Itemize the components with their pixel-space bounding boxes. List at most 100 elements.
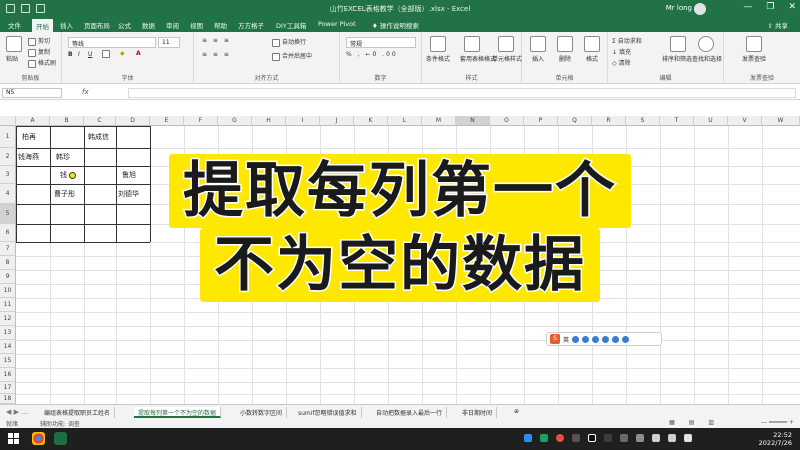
number-format-select[interactable]: 常规 [346, 37, 416, 48]
column-header[interactable]: S [626, 116, 660, 126]
insert-cells-button[interactable]: 插入 [532, 54, 544, 63]
sheet-tab[interactable]: 自动把数据录入最后一行 [372, 407, 448, 418]
number-format-icons[interactable]: % , ←0 .00 [346, 51, 398, 58]
user-name[interactable]: Mr long [666, 4, 692, 12]
cell-styles-button[interactable]: 单元格样式 [492, 54, 522, 63]
sheet-tab[interactable]: 非日期时间 [458, 407, 498, 418]
skin-icon[interactable] [612, 335, 620, 343]
tray-app-icon[interactable] [604, 434, 612, 442]
column-header[interactable]: E [150, 116, 184, 126]
sheet-nav-arrows[interactable]: ◀ ▶ … [6, 408, 28, 416]
cell-styles-icon[interactable] [498, 36, 514, 52]
cell-c1[interactable]: 韩成信 [88, 132, 109, 142]
delete-cells-button[interactable]: 删除 [559, 54, 571, 63]
vertical-align-icons[interactable]: ≡ ≡ ≡ [202, 37, 231, 44]
fill-button[interactable]: ↓ 填充 [612, 47, 631, 56]
ime-toolbar[interactable]: S 英 [546, 332, 662, 346]
accessibility-status[interactable]: 辅助功能: 调查 [40, 419, 80, 428]
tray-app-icon[interactable] [588, 434, 596, 442]
row-header[interactable]: 15 [0, 354, 16, 368]
paste-icon[interactable] [6, 36, 22, 52]
row-header[interactable]: 12 [0, 312, 16, 326]
column-header[interactable]: H [252, 116, 286, 126]
close-button[interactable]: ✕ [788, 2, 796, 12]
font-name-select[interactable]: 等线 [68, 37, 156, 48]
select-all-corner[interactable] [0, 116, 16, 126]
volume-icon[interactable] [668, 434, 676, 442]
tab-home[interactable]: 开始 [32, 19, 53, 32]
cell-a1[interactable]: 柏再 [22, 132, 36, 142]
column-header[interactable]: D [116, 116, 150, 126]
ime-tray-icon[interactable] [684, 434, 692, 442]
row-header[interactable]: 18 [0, 394, 16, 404]
sort-filter-icon[interactable] [670, 36, 686, 52]
italic-button[interactable]: I [78, 51, 80, 58]
punctuation-icon[interactable] [572, 335, 580, 343]
insert-cells-icon[interactable] [530, 36, 546, 52]
chrome-icon[interactable] [32, 432, 45, 445]
copy-button[interactable]: 复制 [28, 47, 50, 57]
column-header[interactable]: Q [558, 116, 592, 126]
column-header[interactable]: J [320, 116, 354, 126]
share-button[interactable]: ⇧ 共享 [767, 20, 788, 30]
emoji-icon[interactable] [592, 335, 600, 343]
fill-color-icon[interactable]: ◆ [120, 50, 125, 57]
tab-data[interactable]: 数据 [142, 20, 155, 30]
avatar[interactable] [694, 3, 706, 15]
invoice-check-button[interactable]: 发票查验 [742, 54, 766, 63]
clock[interactable]: 22:52 2022/7/26 [759, 431, 792, 447]
format-cells-icon[interactable] [584, 36, 600, 52]
row-header[interactable]: 17 [0, 382, 16, 394]
keyboard-icon[interactable] [602, 335, 610, 343]
tray-app-icon[interactable] [540, 434, 548, 442]
tray-app-icon[interactable] [572, 434, 580, 442]
sort-filter-button[interactable]: 排序和筛选 [662, 54, 692, 63]
column-header[interactable]: F [184, 116, 218, 126]
windows-start-icon[interactable] [8, 433, 19, 444]
sheet-tab[interactable]: 小数转数字区间 [236, 407, 288, 418]
sheet-tab[interactable]: 编组表格提取职员工姓名 [40, 407, 116, 418]
column-header[interactable]: W [762, 116, 800, 126]
conditional-format-button[interactable]: 条件格式 [426, 54, 450, 63]
tray-app-icon[interactable] [524, 434, 532, 442]
column-header[interactable]: A [16, 116, 50, 126]
column-header[interactable]: N [456, 116, 490, 126]
column-header[interactable]: R [592, 116, 626, 126]
column-header[interactable]: M [422, 116, 456, 126]
tab-fangfang[interactable]: 方方格子 [238, 20, 264, 30]
add-sheet-button[interactable]: ⊕ [510, 407, 523, 418]
minimize-button[interactable]: — [743, 2, 752, 12]
tab-power-pivot[interactable]: Power Pivot [318, 20, 356, 28]
ime-language[interactable]: 英 [563, 335, 569, 344]
format-painter-button[interactable]: 格式刷 [28, 58, 56, 68]
name-box[interactable]: N5 [2, 88, 62, 98]
find-select-button[interactable]: 查找和选择 [692, 54, 722, 63]
tray-app-icon[interactable] [636, 434, 644, 442]
formula-input[interactable] [128, 88, 796, 98]
wrap-text-button[interactable]: 自动换行 [272, 37, 306, 47]
column-header[interactable]: K [354, 116, 388, 126]
column-header[interactable]: V [728, 116, 762, 126]
network-icon[interactable] [652, 434, 660, 442]
clear-button[interactable]: ◇ 清除 [612, 58, 631, 67]
row-header[interactable]: 14 [0, 340, 16, 354]
delete-cells-icon[interactable] [557, 36, 573, 52]
tab-insert[interactable]: 插入 [60, 20, 73, 30]
column-header[interactable]: P [524, 116, 558, 126]
column-header[interactable]: L [388, 116, 422, 126]
font-color-icon[interactable]: A [136, 50, 141, 57]
row-header[interactable]: 16 [0, 368, 16, 382]
cut-button[interactable]: 剪切 [28, 36, 50, 46]
format-table-icon[interactable] [464, 36, 480, 52]
tab-diy-toolbox[interactable]: DIY工具箱 [276, 20, 306, 30]
row-header[interactable]: 13 [0, 326, 16, 340]
view-buttons[interactable]: ▦ ▤ ▥ [669, 419, 720, 426]
underline-button[interactable]: U [88, 51, 92, 58]
conditional-format-icon[interactable] [430, 36, 446, 52]
format-cells-button[interactable]: 格式 [586, 54, 598, 63]
column-header[interactable]: U [694, 116, 728, 126]
borders-icon[interactable] [102, 50, 112, 58]
sheet-tab[interactable]: sumif忽略错误值求和 [294, 407, 362, 418]
invoice-check-icon[interactable] [746, 36, 762, 52]
column-header[interactable]: O [490, 116, 524, 126]
